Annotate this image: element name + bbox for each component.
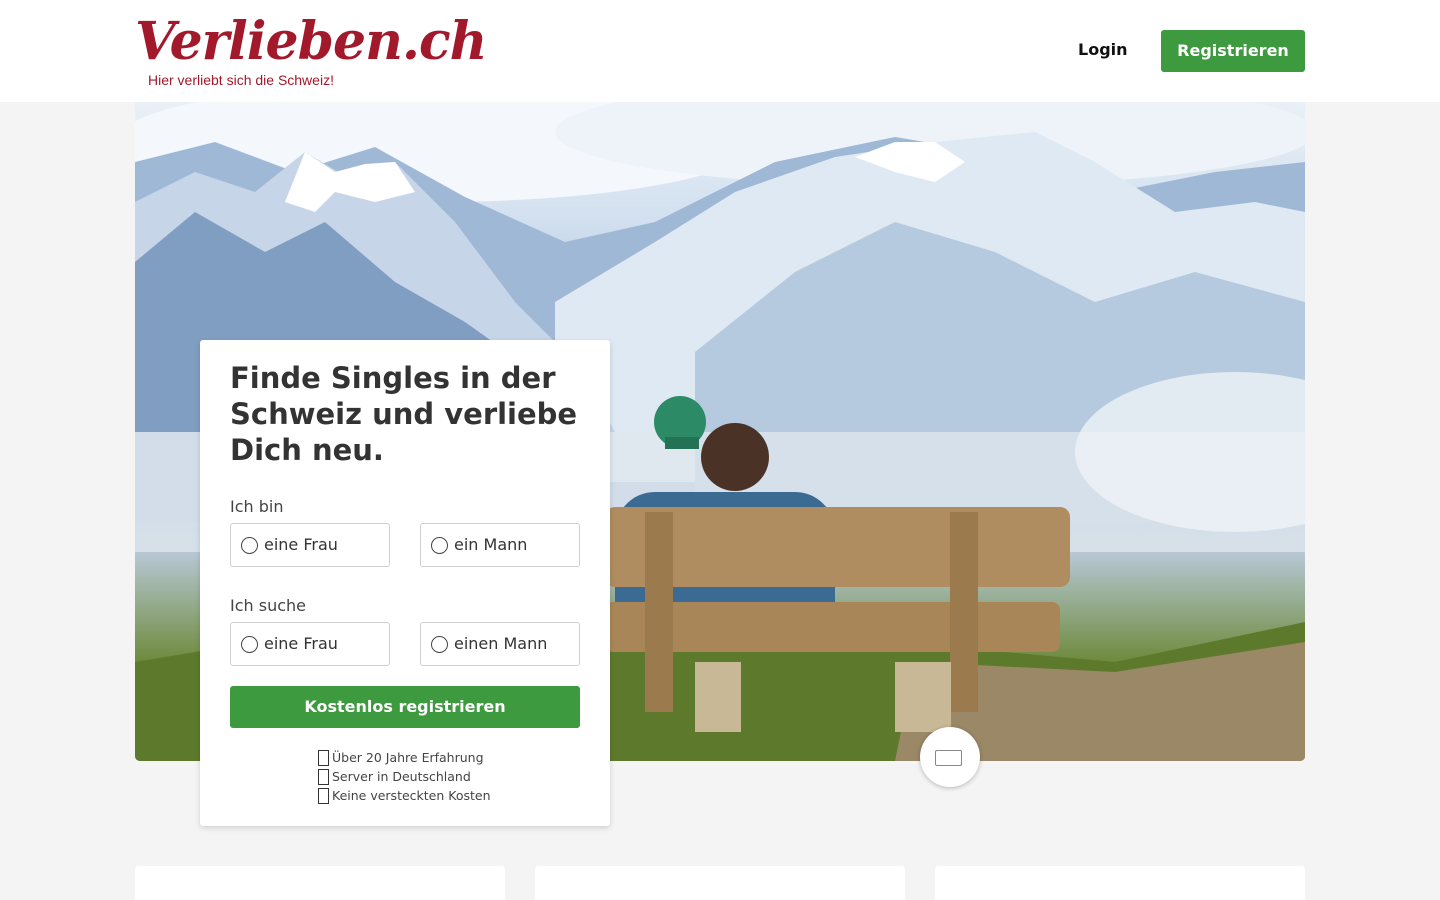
- feature-item: Keine versteckten Kosten: [318, 786, 491, 805]
- logo-tagline: Hier verliebt sich die Schweiz!: [148, 72, 334, 88]
- option-label: einen Mann: [454, 634, 548, 653]
- seek-label: Ich suche: [230, 596, 306, 615]
- option-label: ein Mann: [454, 535, 528, 554]
- iam-woman-option[interactable]: eine Frau: [230, 523, 390, 567]
- radio-circle-icon[interactable]: [431, 636, 448, 653]
- info-card: [135, 866, 505, 900]
- feature-item: Server in Deutschland: [318, 767, 471, 786]
- info-card: [935, 866, 1305, 900]
- option-label: eine Frau: [264, 535, 338, 554]
- radio-circle-icon[interactable]: [241, 636, 258, 653]
- info-card: [535, 866, 905, 900]
- seek-man-option[interactable]: einen Mann: [420, 622, 580, 666]
- free-register-button[interactable]: Kostenlos registrieren: [230, 686, 580, 728]
- unknown-glyph-icon: [318, 769, 329, 785]
- site-logo[interactable]: Verlieben.ch Hier verliebt sich die Schw…: [135, 12, 487, 92]
- iam-man-option[interactable]: ein Mann: [420, 523, 580, 567]
- radio-circle-icon[interactable]: [431, 537, 448, 554]
- feature-text: Server in Deutschland: [332, 769, 471, 784]
- login-link[interactable]: Login: [1068, 30, 1138, 70]
- feature-item: Über 20 Jahre Erfahrung: [318, 748, 484, 767]
- feature-text: Keine versteckten Kosten: [332, 788, 491, 803]
- register-button[interactable]: Registrieren: [1161, 30, 1305, 72]
- iam-label: Ich bin: [230, 497, 284, 516]
- unknown-glyph-icon: [318, 788, 329, 804]
- feature-text: Über 20 Jahre Erfahrung: [332, 750, 484, 765]
- signup-headline: Finde Singles in der Schweiz und verlieb…: [230, 361, 578, 467]
- video-play-button[interactable]: [920, 727, 980, 787]
- unknown-glyph-icon: [318, 750, 329, 766]
- video-play-icon: [935, 750, 962, 766]
- option-label: eine Frau: [264, 634, 338, 653]
- logo-wordmark: Verlieben.ch: [135, 11, 487, 72]
- site-header: Verlieben.ch Hier verliebt sich die Schw…: [0, 0, 1440, 102]
- signup-card: Finde Singles in der Schweiz und verlieb…: [200, 340, 610, 826]
- seek-woman-option[interactable]: eine Frau: [230, 622, 390, 666]
- radio-circle-icon[interactable]: [241, 537, 258, 554]
